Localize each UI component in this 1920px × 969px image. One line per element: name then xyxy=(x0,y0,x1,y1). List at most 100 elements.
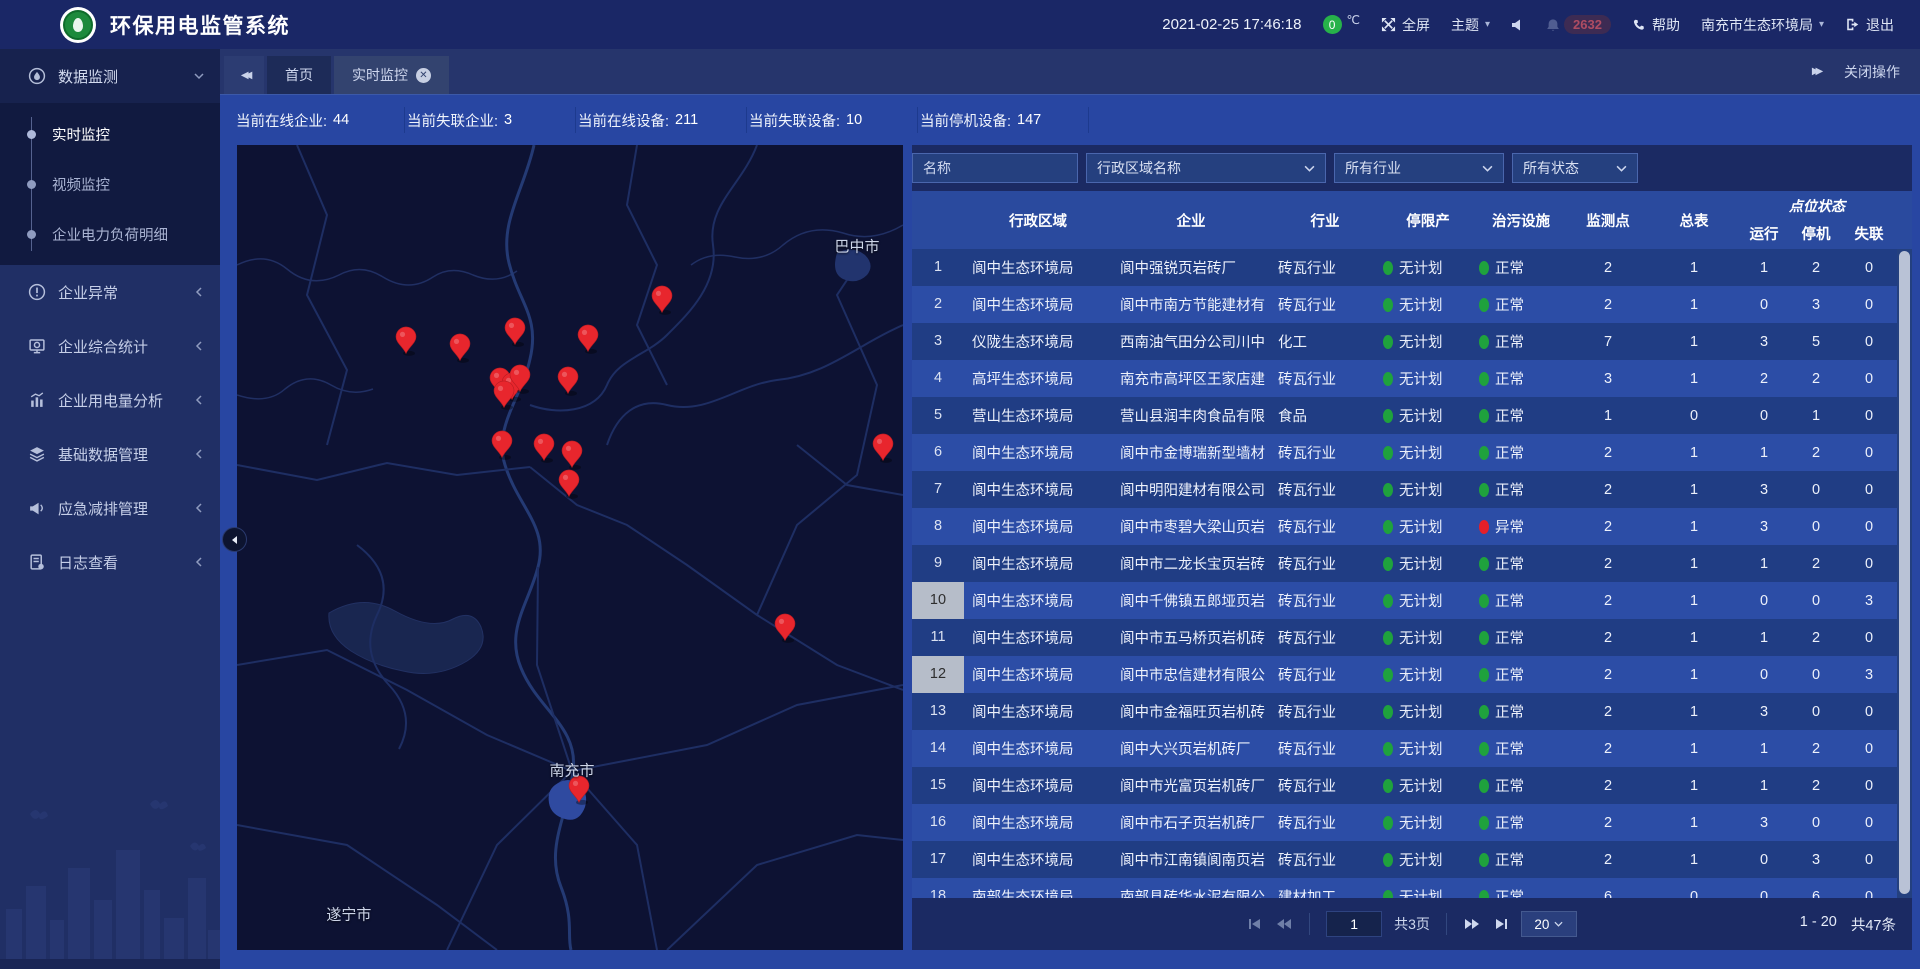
sidebar-item-data-monitor[interactable]: 数据监测 xyxy=(0,49,220,103)
map-collapse-button[interactable] xyxy=(222,527,247,552)
chevron-left-icon xyxy=(230,535,240,545)
stat-online-enterprises: 当前在线企业:44 xyxy=(234,107,405,133)
name-filter-input[interactable] xyxy=(912,153,1078,183)
scrollbar-thumb[interactable] xyxy=(1899,251,1910,894)
status-dot-icon xyxy=(1479,483,1489,497)
first-page-button[interactable] xyxy=(1247,917,1263,931)
chevron-down-icon xyxy=(1482,165,1493,172)
table-row[interactable]: 11阆中生态环境局阆中市五马桥页岩机砖砖瓦行业无计划正常21120 xyxy=(912,619,1897,656)
table-row[interactable]: 5营山生态环境局营山县润丰肉食品有限食品无计划正常10010 xyxy=(912,397,1897,434)
sidebar-item-video-monitor[interactable]: 视频监控 xyxy=(0,159,220,209)
chevron-left-icon xyxy=(194,557,204,567)
logout-button[interactable]: 退出 xyxy=(1845,15,1894,35)
page-number-input[interactable] xyxy=(1326,911,1382,937)
table-row[interactable]: 6阆中生态环境局阆中市金博瑞新型墙材砖瓦行业无计划正常21120 xyxy=(912,434,1897,471)
theme-menu[interactable]: 主题▾ xyxy=(1451,15,1490,35)
sidebar-item-enterprise-statistics[interactable]: 企业综合统计 xyxy=(0,319,220,373)
sidebar-item-power-analysis[interactable]: 企业用电量分析 xyxy=(0,373,220,427)
status-dot-icon xyxy=(1383,816,1393,830)
speaker-icon xyxy=(1511,18,1525,32)
status-dot-icon xyxy=(1479,742,1489,756)
notifications-button[interactable]: 2632 xyxy=(1546,15,1611,34)
column-header-points: 监测点 xyxy=(1566,191,1650,249)
column-header-facility: 治污设施 xyxy=(1476,191,1566,249)
status-dot-icon xyxy=(1479,557,1489,571)
table-row[interactable]: 18南部生态环境局南部县砖华水泥有限公建材加工无计划正常60060 xyxy=(912,878,1897,898)
help-button[interactable]: 帮助 xyxy=(1632,15,1680,35)
chevron-down-icon xyxy=(1616,165,1627,172)
sound-toggle[interactable] xyxy=(1511,18,1525,32)
sidebar-item-power-load-detail[interactable]: 企业电力负荷明细 xyxy=(0,209,220,259)
next-page-button[interactable] xyxy=(1463,917,1481,931)
status-dot-icon xyxy=(1383,335,1393,349)
chevron-left-icon xyxy=(194,341,204,351)
table-row[interactable]: 2阆中生态环境局阆中市南方节能建材有砖瓦行业无计划正常21030 xyxy=(912,286,1897,323)
tab-bar: ◀◀ 首页 实时监控 ✕ ▶▶ 关闭操作 xyxy=(220,49,1920,95)
table-rows: 1阆中生态环境局阆中强锐页岩砖厂砖瓦行业无计划正常211202阆中生态环境局阆中… xyxy=(912,249,1912,898)
tab-home[interactable]: 首页 xyxy=(267,56,331,94)
sidebar-item-realtime-monitor[interactable]: 实时监控 xyxy=(0,109,220,159)
stats-board-icon xyxy=(28,337,46,355)
prev-page-button[interactable] xyxy=(1275,917,1293,931)
close-icon[interactable]: ✕ xyxy=(416,68,431,83)
column-header-meter: 总表 xyxy=(1650,191,1738,249)
status-dot-icon xyxy=(1479,705,1489,719)
status-dot-icon xyxy=(1479,335,1489,349)
org-menu[interactable]: 南充市生态环境局▾ xyxy=(1701,15,1824,35)
map-canvas[interactable]: 巴中市南充市遂宁市 xyxy=(237,145,903,950)
chevron-left-icon xyxy=(194,449,204,459)
map-label-layer: 巴中市南充市遂宁市 xyxy=(237,145,903,950)
total-pages-label: 共3页 xyxy=(1394,914,1430,934)
table-row[interactable]: 13阆中生态环境局阆中市金福旺页岩机砖砖瓦行业无计划正常21300 xyxy=(912,693,1897,730)
table-row[interactable]: 7阆中生态环境局阆中明阳建材有限公司砖瓦行业无计划正常21300 xyxy=(912,471,1897,508)
table-row[interactable]: 15阆中生态环境局阆中市光富页岩机砖厂砖瓦行业无计划正常21120 xyxy=(912,767,1897,804)
sidebar-item-enterprise-abnormal[interactable]: 企业异常 xyxy=(0,265,220,319)
status-dot-icon xyxy=(1479,372,1489,386)
table-row[interactable]: 12阆中生态环境局阆中市忠信建材有限公砖瓦行业无计划正常21003 xyxy=(912,656,1897,693)
bell-icon xyxy=(1546,18,1560,32)
status-dot-icon xyxy=(1383,631,1393,645)
sidebar-item-base-data[interactable]: 基础数据管理 xyxy=(0,427,220,481)
table-row[interactable]: 3仪陇生态环境局西南油气田分公司川中化工无计划正常71350 xyxy=(912,323,1897,360)
table-row[interactable]: 14阆中生态环境局阆中大兴页岩机砖厂砖瓦行业无计划正常21120 xyxy=(912,730,1897,767)
status-dot-icon xyxy=(1479,409,1489,423)
industry-filter-select[interactable]: 所有行业 xyxy=(1334,153,1504,183)
last-page-button[interactable] xyxy=(1493,917,1509,931)
status-dot-icon xyxy=(1479,853,1489,867)
sidebar-item-log-view[interactable]: 日志查看 xyxy=(0,535,220,589)
last-page-icon xyxy=(1493,917,1509,931)
table-row[interactable]: 1阆中生态环境局阆中强锐页岩砖厂砖瓦行业无计划正常21120 xyxy=(912,249,1897,286)
table-row[interactable]: 4高坪生态环境局南充市高坪区王家店建砖瓦行业无计划正常31220 xyxy=(912,360,1897,397)
status-dot-icon xyxy=(1383,446,1393,460)
chevron-down-icon: ▾ xyxy=(1819,19,1824,30)
map-city-label: 遂宁市 xyxy=(326,903,371,924)
tabs-scroll-right-button[interactable]: ▶▶ xyxy=(1812,66,1818,77)
status-dot-icon xyxy=(1383,853,1393,867)
fullscreen-button[interactable]: 全屏 xyxy=(1381,15,1430,35)
tab-realtime-monitor[interactable]: 实时监控 ✕ xyxy=(334,56,449,94)
table-scrollbar[interactable] xyxy=(1897,249,1912,898)
status-filter-select[interactable]: 所有状态 xyxy=(1512,153,1638,183)
table-row[interactable]: 16阆中生态环境局阆中市石子页岩机砖厂砖瓦行业无计划正常21300 xyxy=(912,804,1897,841)
notification-count-badge: 2632 xyxy=(1564,15,1611,34)
table-body: 1阆中生态环境局阆中强锐页岩砖厂砖瓦行业无计划正常211202阆中生态环境局阆中… xyxy=(912,249,1912,898)
table-row[interactable]: 9阆中生态环境局阆中市二龙长宝页岩砖砖瓦行业无计划正常21120 xyxy=(912,545,1897,582)
column-header-region: 行政区域 xyxy=(964,191,1112,249)
enterprise-panel: 行政区域名称 所有行业 所有状态 xyxy=(912,145,1912,950)
column-header-industry: 行业 xyxy=(1270,191,1380,249)
column-group-point-status: 点位状态 xyxy=(1738,191,1896,217)
close-operations-button[interactable]: 关闭操作 xyxy=(1844,62,1900,82)
double-chevron-left-icon: ◀◀ xyxy=(241,70,247,81)
status-dot-icon xyxy=(1383,298,1393,312)
bar-chart-icon xyxy=(28,391,46,409)
table-row[interactable]: 17阆中生态环境局阆中市江南镇阆南页岩砖瓦行业无计划正常21030 xyxy=(912,841,1897,878)
status-dot-icon xyxy=(1479,816,1489,830)
table-row[interactable]: 8阆中生态环境局阆中市枣碧大梁山页岩砖瓦行业无计划异常21300 xyxy=(912,508,1897,545)
region-filter-select[interactable]: 行政区域名称 xyxy=(1086,153,1326,183)
phone-icon xyxy=(1632,18,1646,32)
sidebar-item-emergency-reduction[interactable]: 应急减排管理 xyxy=(0,481,220,535)
page-size-select[interactable]: 20 xyxy=(1521,911,1577,937)
status-dot-icon xyxy=(1383,372,1393,386)
table-row[interactable]: 10阆中生态环境局阆中千佛镇五郎垭页岩砖瓦行业无计划正常21003 xyxy=(912,582,1897,619)
tabs-scroll-left-button[interactable]: ◀◀ xyxy=(224,56,264,94)
